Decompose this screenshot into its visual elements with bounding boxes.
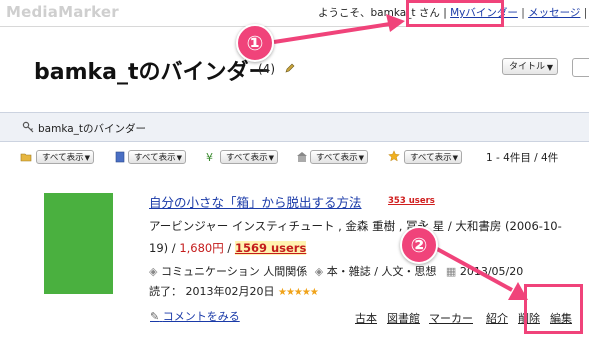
- filter-select-price[interactable]: すべて表示 ▼: [220, 150, 278, 164]
- chevron-down-icon: ▼: [268, 154, 274, 162]
- tag-icon: ◈: [149, 265, 158, 278]
- sort-select-value: タイトル: [509, 62, 546, 72]
- publish-date-tail: 19) /: [149, 241, 176, 255]
- book-cover[interactable]: [44, 193, 113, 294]
- share-link[interactable]: 紹介: [486, 310, 508, 326]
- book-tags[interactable]: コミュニケーション 人間関係: [161, 265, 307, 278]
- users-badge[interactable]: 353 users: [388, 196, 435, 206]
- view-comments-link[interactable]: ✎ コメントをみる: [150, 308, 240, 324]
- folder-icon: [20, 153, 32, 162]
- callout-marker-1: ①: [236, 24, 274, 62]
- library-link[interactable]: 図書館: [387, 310, 420, 326]
- pen-icon: ✎: [150, 310, 160, 323]
- used-book-link[interactable]: 古本: [355, 310, 377, 326]
- filter-select-media[interactable]: すべて表示 ▼: [128, 150, 186, 164]
- filter-value: すべて表示: [410, 153, 452, 163]
- category-icon: ◈: [314, 265, 324, 278]
- filter-select-library[interactable]: すべて表示 ▼: [310, 150, 368, 164]
- view-comments-label: コメントをみる: [162, 310, 240, 323]
- star-icon: [388, 150, 400, 162]
- result-count: 1 - 4件目 / 4件: [486, 152, 559, 164]
- read-label: 読了：: [149, 285, 182, 298]
- read-status-line: 読了： 2013年02月20日 ★★★★★: [149, 283, 319, 299]
- book-icon: [115, 151, 125, 163]
- arrow-2-icon: [427, 242, 528, 300]
- key-icon: [22, 121, 34, 133]
- filter-value: すべて表示: [316, 153, 358, 163]
- book-meta-line: 19) / 1,680円 / 1569 users: [149, 240, 307, 256]
- separator: /: [227, 241, 232, 255]
- book-category[interactable]: 本・雑誌 / 人文・思想: [327, 265, 437, 278]
- page-title: bamka_tのバインダー: [34, 60, 271, 85]
- breadcrumb[interactable]: bamka_tのバインダー: [38, 121, 146, 136]
- messages-link[interactable]: メッセージ: [528, 7, 580, 19]
- rating-stars[interactable]: ★★★★★: [278, 287, 319, 298]
- library-icon: [297, 152, 307, 162]
- separator: |: [583, 7, 588, 19]
- book-title-link[interactable]: 自分の小さな「箱」から脱出する方法: [149, 192, 362, 211]
- filter-value: すべて表示: [42, 153, 84, 163]
- chevron-down-icon: ▼: [176, 154, 182, 162]
- book-authors: アービンジャー インスティチュート , 金森 重樹 , 冨永 星 / 大和書房 …: [149, 219, 562, 233]
- read-date: 2013年02月20日: [185, 285, 275, 298]
- separator: |: [521, 7, 525, 19]
- marker-link[interactable]: マーカー: [429, 310, 473, 326]
- site-logo[interactable]: MediaMarker: [6, 3, 119, 21]
- users-count-link[interactable]: 1569 users: [234, 241, 307, 255]
- highlight-box-1: [406, 0, 504, 27]
- yen-icon: ¥: [206, 151, 213, 163]
- sort-select[interactable]: タイトル ▼: [502, 58, 558, 75]
- chevron-down-icon: ▼: [546, 63, 553, 72]
- filter-value: すべて表示: [134, 153, 176, 163]
- sort-order-select[interactable]: [572, 58, 589, 77]
- edit-pen-icon[interactable]: [284, 62, 296, 74]
- callout-marker-2: ②: [400, 226, 438, 264]
- filter-select-folder[interactable]: すべて表示 ▼: [36, 150, 94, 164]
- arrow-1-icon: [273, 14, 405, 44]
- chevron-down-icon: ▼: [84, 154, 90, 162]
- filter-select-rating[interactable]: すべて表示 ▼: [404, 150, 462, 164]
- book-price: 1,680円: [179, 241, 224, 255]
- svg-text:¥: ¥: [206, 151, 213, 163]
- chevron-down-icon: ▼: [452, 154, 458, 162]
- binder-count: (4): [258, 62, 275, 76]
- chevron-down-icon: ▼: [358, 154, 364, 162]
- filter-value: すべて表示: [226, 153, 268, 163]
